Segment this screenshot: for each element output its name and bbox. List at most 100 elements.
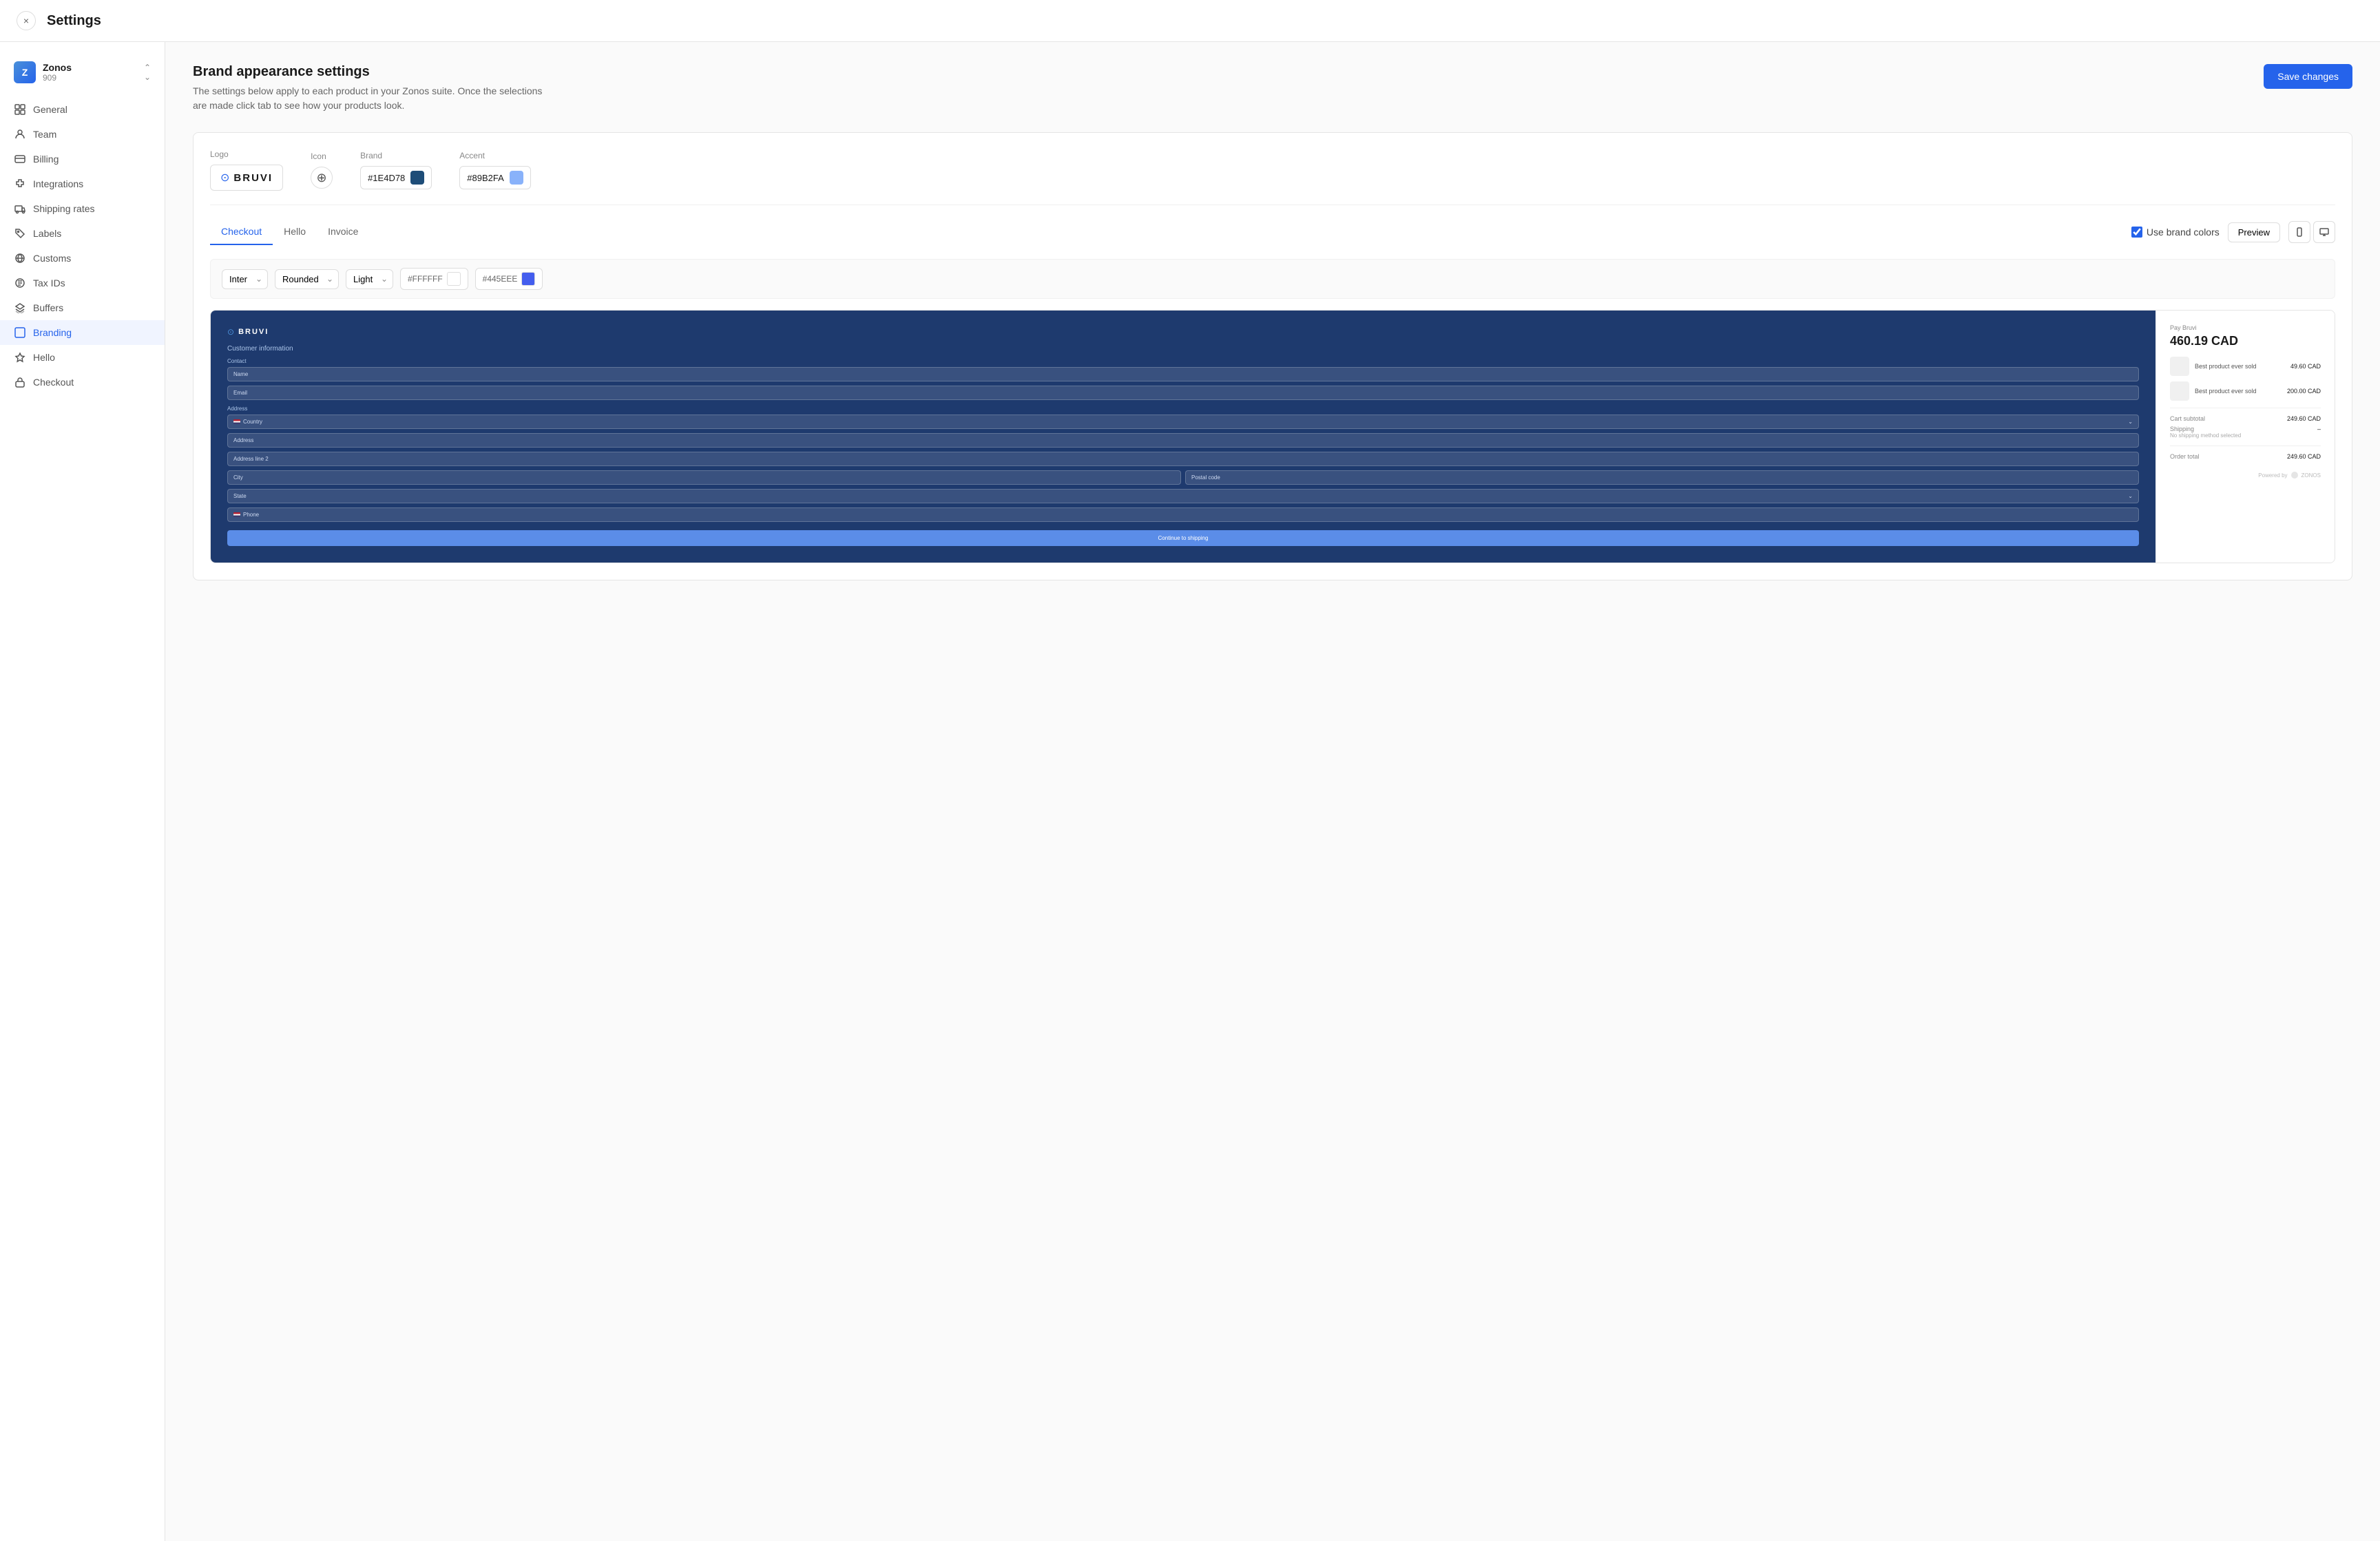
brand-group: Brand #1E4D78: [360, 151, 432, 189]
sidebar-item-checkout[interactable]: Checkout: [0, 370, 165, 395]
brand-sub: 909: [43, 73, 144, 83]
main-content: Brand appearance settings The settings b…: [165, 42, 2380, 1541]
mode-select[interactable]: Light: [346, 269, 393, 289]
white-color-input[interactable]: #FFFFFF: [400, 268, 468, 290]
use-brand-checkbox[interactable]: [2131, 227, 2142, 238]
tab-checkout[interactable]: Checkout: [210, 219, 273, 245]
tab-hello[interactable]: Hello: [273, 219, 317, 245]
shape-select[interactable]: Rounded: [275, 269, 339, 289]
nav-label-integrations: Integrations: [33, 178, 83, 189]
globe-icon: [14, 252, 26, 264]
sidebar-item-branding[interactable]: Branding: [0, 320, 165, 345]
sidebar-item-labels[interactable]: Labels: [0, 221, 165, 246]
powered-brand-label: ZONOS: [2301, 472, 2321, 479]
sidebar-item-shipping-rates[interactable]: Shipping rates: [0, 196, 165, 221]
sidebar-item-buffers[interactable]: Buffers: [0, 295, 165, 320]
white-color-value: #FFFFFF: [408, 274, 443, 284]
dark-color-value: #445EEE: [483, 274, 518, 284]
tag-icon: [14, 227, 26, 240]
brand-name: Zonos: [43, 62, 144, 73]
nav-label-team: Team: [33, 129, 56, 140]
sidebar-item-tax-ids[interactable]: Tax IDs: [0, 271, 165, 295]
nav-label-branding: Branding: [33, 327, 72, 338]
country-placeholder: Country: [243, 419, 262, 425]
use-brand-label[interactable]: Use brand colors: [2131, 227, 2220, 238]
cart-subtotal-label: Cart subtotal: [2170, 415, 2205, 422]
nav-label-billing: Billing: [33, 154, 59, 165]
mobile-view-button[interactable]: [2288, 221, 2310, 243]
checkout-logo-text: BRUVI: [238, 328, 269, 336]
item-price-1: 49.60 CAD: [2290, 363, 2321, 370]
sidebar-item-customs[interactable]: Customs: [0, 246, 165, 271]
avatar: Z: [14, 61, 36, 83]
item-price-2: 200.00 CAD: [2287, 388, 2321, 395]
dark-color-input[interactable]: #445EEE: [475, 268, 543, 290]
country-chevron: ⌄: [2128, 419, 2133, 425]
logo-display: ⊙ BRUVI: [210, 165, 283, 191]
tabs-right: Use brand colors Preview: [2131, 221, 2335, 243]
shipping-label: Shipping: [2170, 426, 2241, 432]
logo-circle-icon: ⊙: [220, 171, 229, 185]
font-select[interactable]: Inter: [222, 269, 268, 289]
accent-group: Accent #89B2FA: [459, 151, 531, 189]
contact-label: Contact: [227, 358, 2139, 364]
close-button[interactable]: ×: [17, 11, 36, 30]
order-item-2: Best product ever sold 200.00 CAD: [2170, 381, 2321, 401]
postal-input-preview: Postal code: [1185, 470, 2139, 485]
dark-color-square: [521, 272, 535, 286]
shape-select-wrapper: Rounded: [275, 269, 339, 289]
desktop-view-button[interactable]: [2313, 221, 2335, 243]
tabs: Checkout Hello Invoice Use brand colors …: [210, 219, 2335, 245]
order-total-label: Order total: [2170, 453, 2200, 460]
sidebar-item-general[interactable]: General: [0, 97, 165, 122]
sidebar-item-team[interactable]: Team: [0, 122, 165, 147]
bag-icon: [14, 376, 26, 388]
app-window: × Settings Z Zonos 909 ⌃⌄: [0, 0, 2380, 1541]
order-total-value: 249.60 CAD: [2287, 453, 2321, 460]
nav-label-checkout: Checkout: [33, 377, 74, 388]
preview-button[interactable]: Preview: [2228, 222, 2280, 242]
shipping-note: No shipping method selected: [2170, 432, 2241, 439]
sidebar-item-billing[interactable]: Billing: [0, 147, 165, 171]
person-icon: [14, 128, 26, 140]
brand-info: Zonos 909: [43, 62, 144, 83]
icon-add-button[interactable]: ⊕: [311, 167, 333, 189]
icon-label: Icon: [311, 151, 333, 161]
checkout-logo: ⊙ BRUVI: [227, 327, 2139, 337]
cart-subtotal-value: 249.60 CAD: [2287, 415, 2321, 422]
sidebar-item-integrations[interactable]: Integrations: [0, 171, 165, 196]
order-summary: Pay Bruvi 460.19 CAD Best product ever s…: [2155, 311, 2335, 563]
app-title: Settings: [47, 13, 101, 29]
tab-invoice[interactable]: Invoice: [317, 219, 369, 245]
color-section: Logo ⊙ BRUVI Icon ⊕ Brand #1E4D78: [210, 149, 2335, 205]
brand-color-swatch[interactable]: #1E4D78: [360, 166, 432, 189]
logo-label: Logo: [210, 149, 283, 159]
nav-label-buffers: Buffers: [33, 302, 63, 313]
truck-icon: [14, 202, 26, 215]
order-item-1: Best product ever sold 49.60 CAD: [2170, 357, 2321, 376]
brand-chevron[interactable]: ⌃⌄: [144, 63, 151, 82]
card-icon: [14, 153, 26, 165]
zonos-logo-icon: [2290, 471, 2299, 479]
shipping-value: –: [2317, 426, 2321, 439]
cart-subtotal-row: Cart subtotal 249.60 CAD: [2170, 415, 2321, 422]
accent-color-value: #89B2FA: [467, 173, 504, 183]
address-input-preview: Address: [227, 433, 2139, 448]
save-button[interactable]: Save changes: [2264, 64, 2352, 89]
sidebar: Z Zonos 909 ⌃⌄ General: [0, 42, 165, 1541]
brand-section: Z Zonos 909 ⌃⌄: [0, 56, 165, 97]
phone-select-preview: Phone: [227, 507, 2139, 522]
state-chevron: ⌄: [2128, 493, 2133, 499]
divider-2: [2170, 445, 2321, 446]
item-name-2: Best product ever sold: [2195, 388, 2287, 395]
cta-button-preview[interactable]: Continue to shipping: [227, 530, 2139, 546]
item-name-1: Best product ever sold: [2195, 363, 2290, 370]
name-input-preview: Name: [227, 367, 2139, 381]
address2-input-preview: Address line 2: [227, 452, 2139, 466]
logo-text: BRUVI: [233, 172, 273, 184]
font-select-wrapper: Inter: [222, 269, 268, 289]
checkout-form: ⊙ BRUVI Customer information Contact Nam…: [211, 311, 2155, 563]
flag-wrapper: Country: [233, 419, 262, 425]
accent-color-swatch[interactable]: #89B2FA: [459, 166, 531, 189]
sidebar-item-hello[interactable]: Hello: [0, 345, 165, 370]
